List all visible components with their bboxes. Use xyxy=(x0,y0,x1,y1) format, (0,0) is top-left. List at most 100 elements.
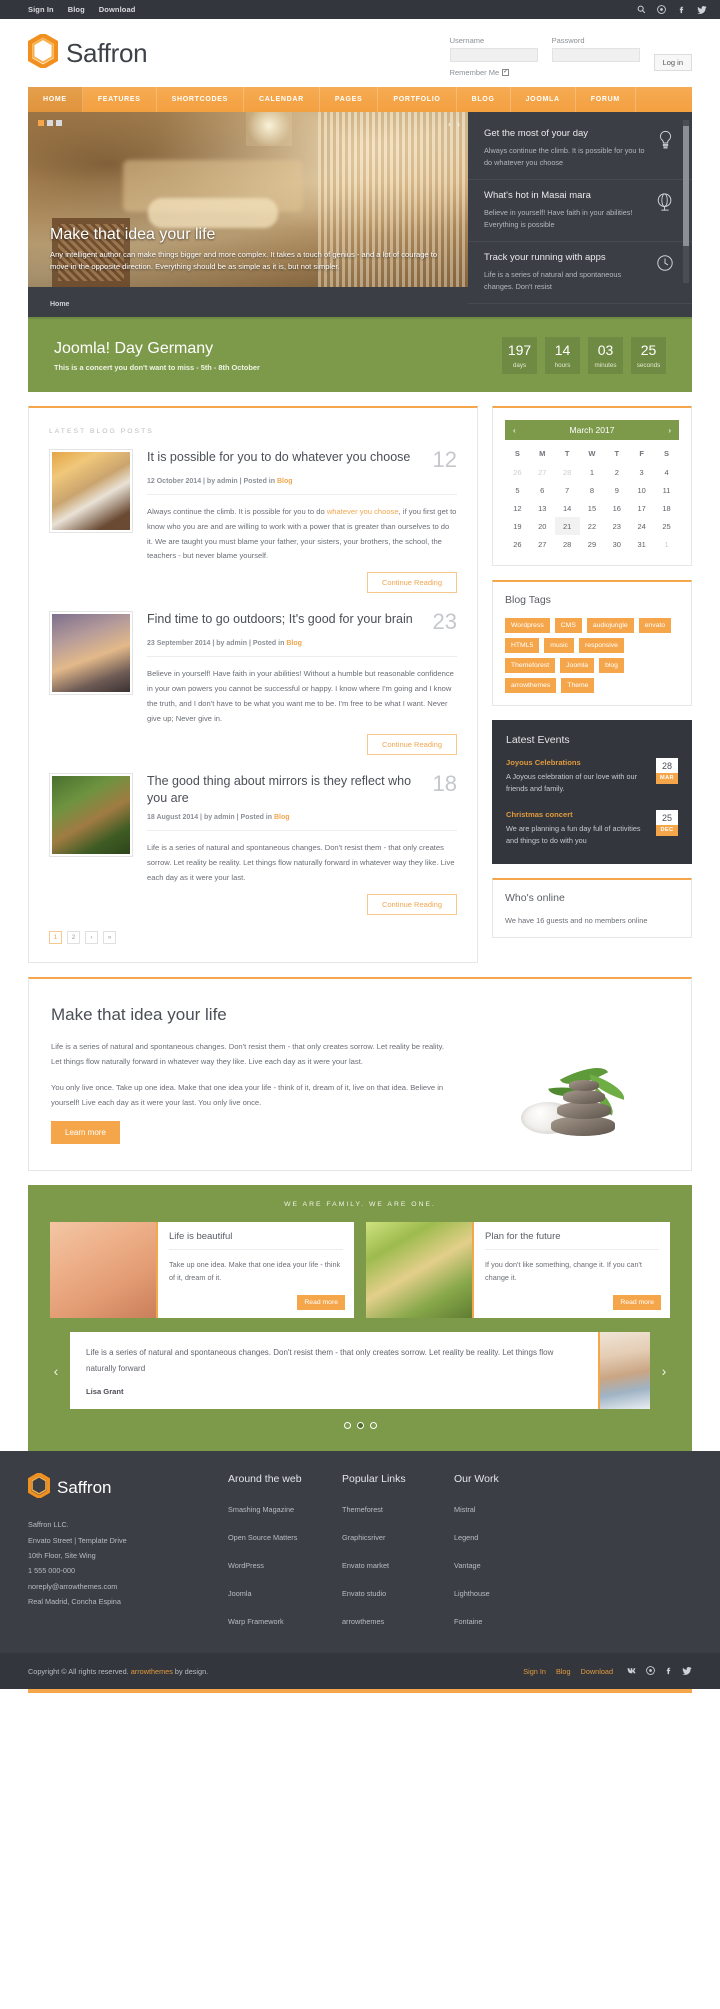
nav-item-forum[interactable]: FORUM xyxy=(576,87,636,112)
testimonial-prev-button[interactable]: ‹ xyxy=(50,1363,62,1379)
footer-link-mistral[interactable]: Mistral xyxy=(454,1505,476,1514)
nav-item-features[interactable]: FEATURES xyxy=(83,87,157,112)
nav-item-joomla[interactable]: JOOMLA xyxy=(511,87,576,112)
calendar-day[interactable]: 27 xyxy=(530,535,555,553)
testimonial-dot-2[interactable] xyxy=(369,1422,377,1430)
calendar-day[interactable]: 29 xyxy=(580,535,605,553)
calendar-day[interactable]: 8 xyxy=(580,481,605,499)
remember-me-row[interactable]: Remember Me ✓ xyxy=(450,68,538,77)
testimonial-dot-1[interactable] xyxy=(356,1422,364,1430)
facebook-icon[interactable] xyxy=(677,5,686,14)
blog-post-title-2[interactable]: The good thing about mirrors is they ref… xyxy=(147,773,425,807)
footer-link-vantage[interactable]: Vantage xyxy=(454,1561,481,1570)
blog-post-category-2[interactable]: Blog xyxy=(274,814,290,821)
calendar-day[interactable]: 26 xyxy=(505,535,530,553)
footer-link-legend[interactable]: Legend xyxy=(454,1533,478,1542)
nav-item-calendar[interactable]: CALENDAR xyxy=(244,87,320,112)
continue-reading-button-2[interactable]: Continue Reading xyxy=(366,893,457,915)
testimonial-dot-0[interactable] xyxy=(343,1422,351,1430)
footer-link-joomla[interactable]: Joomla xyxy=(228,1589,252,1598)
calendar-day[interactable]: 24 xyxy=(629,517,654,535)
tag-html5[interactable]: HTML5 xyxy=(505,638,540,653)
facebook-icon[interactable] xyxy=(664,1662,673,1680)
top-link-sign-in[interactable]: Sign In xyxy=(28,5,54,14)
nav-item-home[interactable]: HOME xyxy=(28,87,83,112)
blog-post-category-1[interactable]: Blog xyxy=(286,640,302,647)
tag-envato[interactable]: envato xyxy=(638,618,672,633)
event-title-1[interactable]: Christmas concert xyxy=(506,810,648,819)
learn-more-button[interactable]: Learn more xyxy=(51,1121,120,1145)
hero-feature-scrollbar[interactable] xyxy=(683,120,689,283)
calendar-day[interactable]: 27 xyxy=(530,463,555,481)
footer-link-themeforest[interactable]: Themeforest xyxy=(342,1505,383,1514)
event-item-0[interactable]: Joyous Celebrations A Joyous celebration… xyxy=(506,758,678,796)
calendar-day[interactable]: 3 xyxy=(629,463,654,481)
hero-feature-item-2[interactable]: Track your running with apps Life is a s… xyxy=(468,242,692,305)
password-input[interactable] xyxy=(551,47,640,62)
tag-cms[interactable]: CMS xyxy=(554,618,582,633)
tag-arrowthemes[interactable]: arrowthemes xyxy=(505,678,557,693)
calendar-day[interactable]: 16 xyxy=(604,499,629,517)
calendar-day[interactable]: 30 xyxy=(604,535,629,553)
footer-link-envato-market[interactable]: Envato market xyxy=(342,1561,389,1570)
calendar-day[interactable]: 18 xyxy=(654,499,679,517)
breadcrumb-home[interactable]: Home xyxy=(50,301,69,308)
calendar-day-today[interactable]: 21 xyxy=(554,517,580,535)
calendar-day[interactable]: 28 xyxy=(555,463,580,481)
tag-joomla[interactable]: Joomla xyxy=(560,658,595,673)
nav-item-shortcodes[interactable]: SHORTCODES xyxy=(157,87,245,112)
blog-post-category-0[interactable]: Blog xyxy=(277,478,293,485)
calendar-day[interactable]: 4 xyxy=(654,463,679,481)
calendar-day[interactable]: 11 xyxy=(654,481,679,499)
calendar-day[interactable]: 12 xyxy=(505,499,530,517)
calendar-day[interactable]: 25 xyxy=(654,517,679,535)
calendar-day[interactable]: 14 xyxy=(555,499,580,517)
footer-link-fontaine[interactable]: Fontaine xyxy=(454,1617,482,1626)
copy-link-download[interactable]: Download xyxy=(581,1667,613,1676)
calendar-day[interactable]: 22 xyxy=(580,517,605,535)
calendar-day[interactable]: 17 xyxy=(629,499,654,517)
blog-post-thumbnail[interactable] xyxy=(49,449,133,533)
event-item-1[interactable]: Christmas concert We are planning a fun … xyxy=(506,809,678,848)
calendar-day[interactable]: 10 xyxy=(629,481,654,499)
copy-link-blog[interactable]: Blog xyxy=(556,1667,571,1676)
hero-prev-arrow[interactable]: ‹ xyxy=(448,119,451,129)
copyright-link[interactable]: arrowthemes xyxy=(131,1667,173,1676)
footer-link-envato-studio[interactable]: Envato studio xyxy=(342,1589,386,1598)
login-button[interactable]: Log in xyxy=(653,53,692,71)
calendar-day[interactable]: 19 xyxy=(505,517,530,535)
hero-next-arrow[interactable]: › xyxy=(457,119,460,129)
footer-link-warp-framework[interactable]: Warp Framework xyxy=(228,1617,284,1626)
calendar-day[interactable]: 9 xyxy=(604,481,629,499)
footer-link-lighthouse[interactable]: Lighthouse xyxy=(454,1589,490,1598)
excerpt-inline-link-0[interactable]: whatever you choose xyxy=(327,507,399,516)
hero-slide-dots[interactable] xyxy=(38,120,62,126)
calendar-day[interactable]: 28 xyxy=(555,535,580,553)
page-last-button[interactable]: » xyxy=(103,930,116,944)
username-input[interactable] xyxy=(449,47,538,62)
calendar-day[interactable]: 26 xyxy=(505,463,530,481)
calendar-day[interactable]: 15 xyxy=(580,499,605,517)
hero-feature-item-0[interactable]: Get the most of your day Always continue… xyxy=(468,118,692,181)
hero-feature-item-1[interactable]: What's hot in Masai mara Believe in your… xyxy=(468,180,692,243)
footer-link-wordpress[interactable]: WordPress xyxy=(228,1561,264,1570)
nav-item-blog[interactable]: BLOG xyxy=(457,87,511,112)
vk-icon[interactable] xyxy=(627,1662,637,1680)
continue-reading-button-1[interactable]: Continue Reading xyxy=(366,734,457,756)
footer-link-smashing-magazine[interactable]: Smashing Magazine xyxy=(228,1505,294,1514)
nav-item-pages[interactable]: PAGES xyxy=(320,87,379,112)
calendar-day[interactable]: 7 xyxy=(555,481,580,499)
blog-post-title-1[interactable]: Find time to go outdoors; It's good for … xyxy=(147,611,425,628)
dribbble-icon[interactable] xyxy=(657,5,666,14)
remember-me-checkbox[interactable]: ✓ xyxy=(502,68,510,76)
calendar-day[interactable]: 6 xyxy=(530,481,555,499)
hero-slider-controls[interactable]: ‹ › xyxy=(448,119,460,129)
tag-music[interactable]: music xyxy=(544,638,575,653)
read-more-button-0[interactable]: Read more xyxy=(297,1295,345,1311)
tag-wordpress[interactable]: Wordpress xyxy=(505,618,550,633)
twitter-icon[interactable] xyxy=(697,5,707,14)
tag-responsive[interactable]: responsive xyxy=(579,638,624,653)
tag-audiojungle[interactable]: audiojungle xyxy=(586,618,634,633)
event-title-0[interactable]: Joyous Celebrations xyxy=(506,758,648,767)
footer-email[interactable]: noreply@arrowthemes.com xyxy=(28,1579,228,1594)
